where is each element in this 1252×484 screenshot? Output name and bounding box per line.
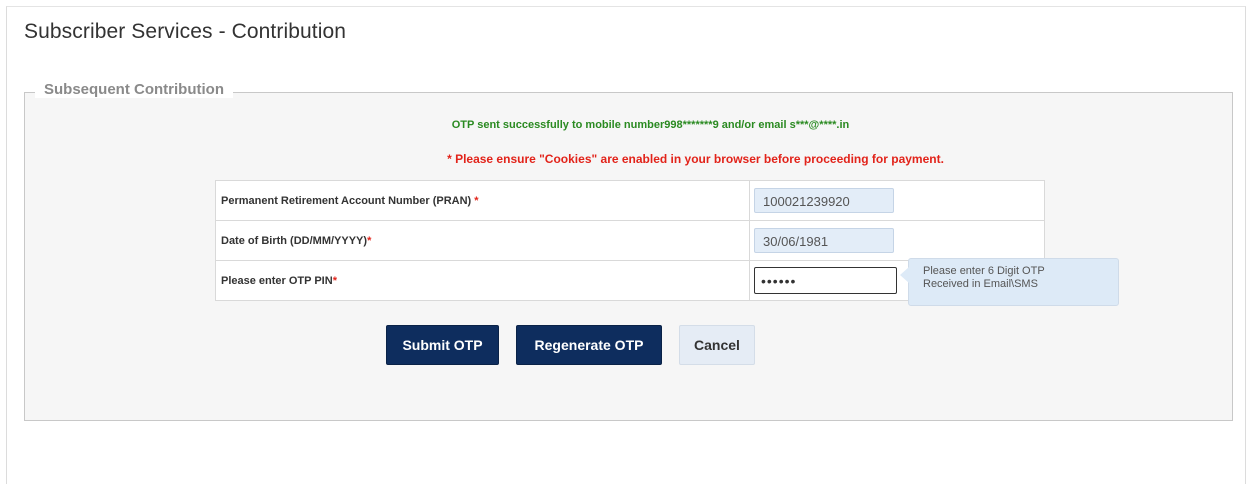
required-mark: * — [474, 194, 479, 207]
pran-field: 100021239920 — [754, 188, 894, 213]
pran-label-cell: Permanent Retirement Account Number (PRA… — [215, 180, 750, 221]
pran-label: Permanent Retirement Account Number (PRA… — [221, 194, 475, 207]
tooltip-arrow — [900, 267, 909, 283]
form-row-dob: Date of Birth (DD/MM/YYYY)* 30/06/1981 — [215, 220, 1045, 261]
required-mark: * — [367, 234, 372, 247]
subsequent-contribution-fieldset: Subsequent Contribution OTP sent success… — [24, 81, 1233, 421]
dob-value-cell: 30/06/1981 — [749, 220, 1045, 261]
submit-otp-button[interactable]: Submit OTP — [386, 325, 499, 365]
otp-hint-tooltip: Please enter 6 Digit OTP Received in Ema… — [900, 258, 1119, 306]
tooltip-line-2: Received in Email\SMS — [923, 278, 1038, 290]
cancel-button[interactable]: Cancel — [679, 325, 755, 365]
pran-value-cell: 100021239920 — [749, 180, 1045, 221]
otp-success-message: OTP sent successfully to mobile number99… — [451, 119, 850, 131]
dob-label-cell: Date of Birth (DD/MM/YYYY)* — [215, 220, 750, 261]
tooltip-line-1: Please enter 6 Digit OTP — [923, 265, 1045, 277]
dob-label: Date of Birth (DD/MM/YYYY) — [221, 234, 368, 247]
required-mark: * — [332, 274, 337, 287]
regenerate-otp-button[interactable]: Regenerate OTP — [516, 325, 662, 365]
form-row-pran: Permanent Retirement Account Number (PRA… — [215, 180, 1045, 221]
otp-label-cell: Please enter OTP PIN* — [215, 260, 750, 301]
page-title: Subscriber Services - Contribution — [24, 20, 347, 43]
otp-pin-input[interactable] — [754, 267, 897, 294]
cookies-warning-message: * Please ensure "Cookies" are enabled in… — [447, 152, 944, 166]
otp-label: Please enter OTP PIN — [221, 274, 333, 287]
dob-field: 30/06/1981 — [754, 228, 894, 253]
fieldset-legend: Subsequent Contribution — [35, 81, 233, 98]
